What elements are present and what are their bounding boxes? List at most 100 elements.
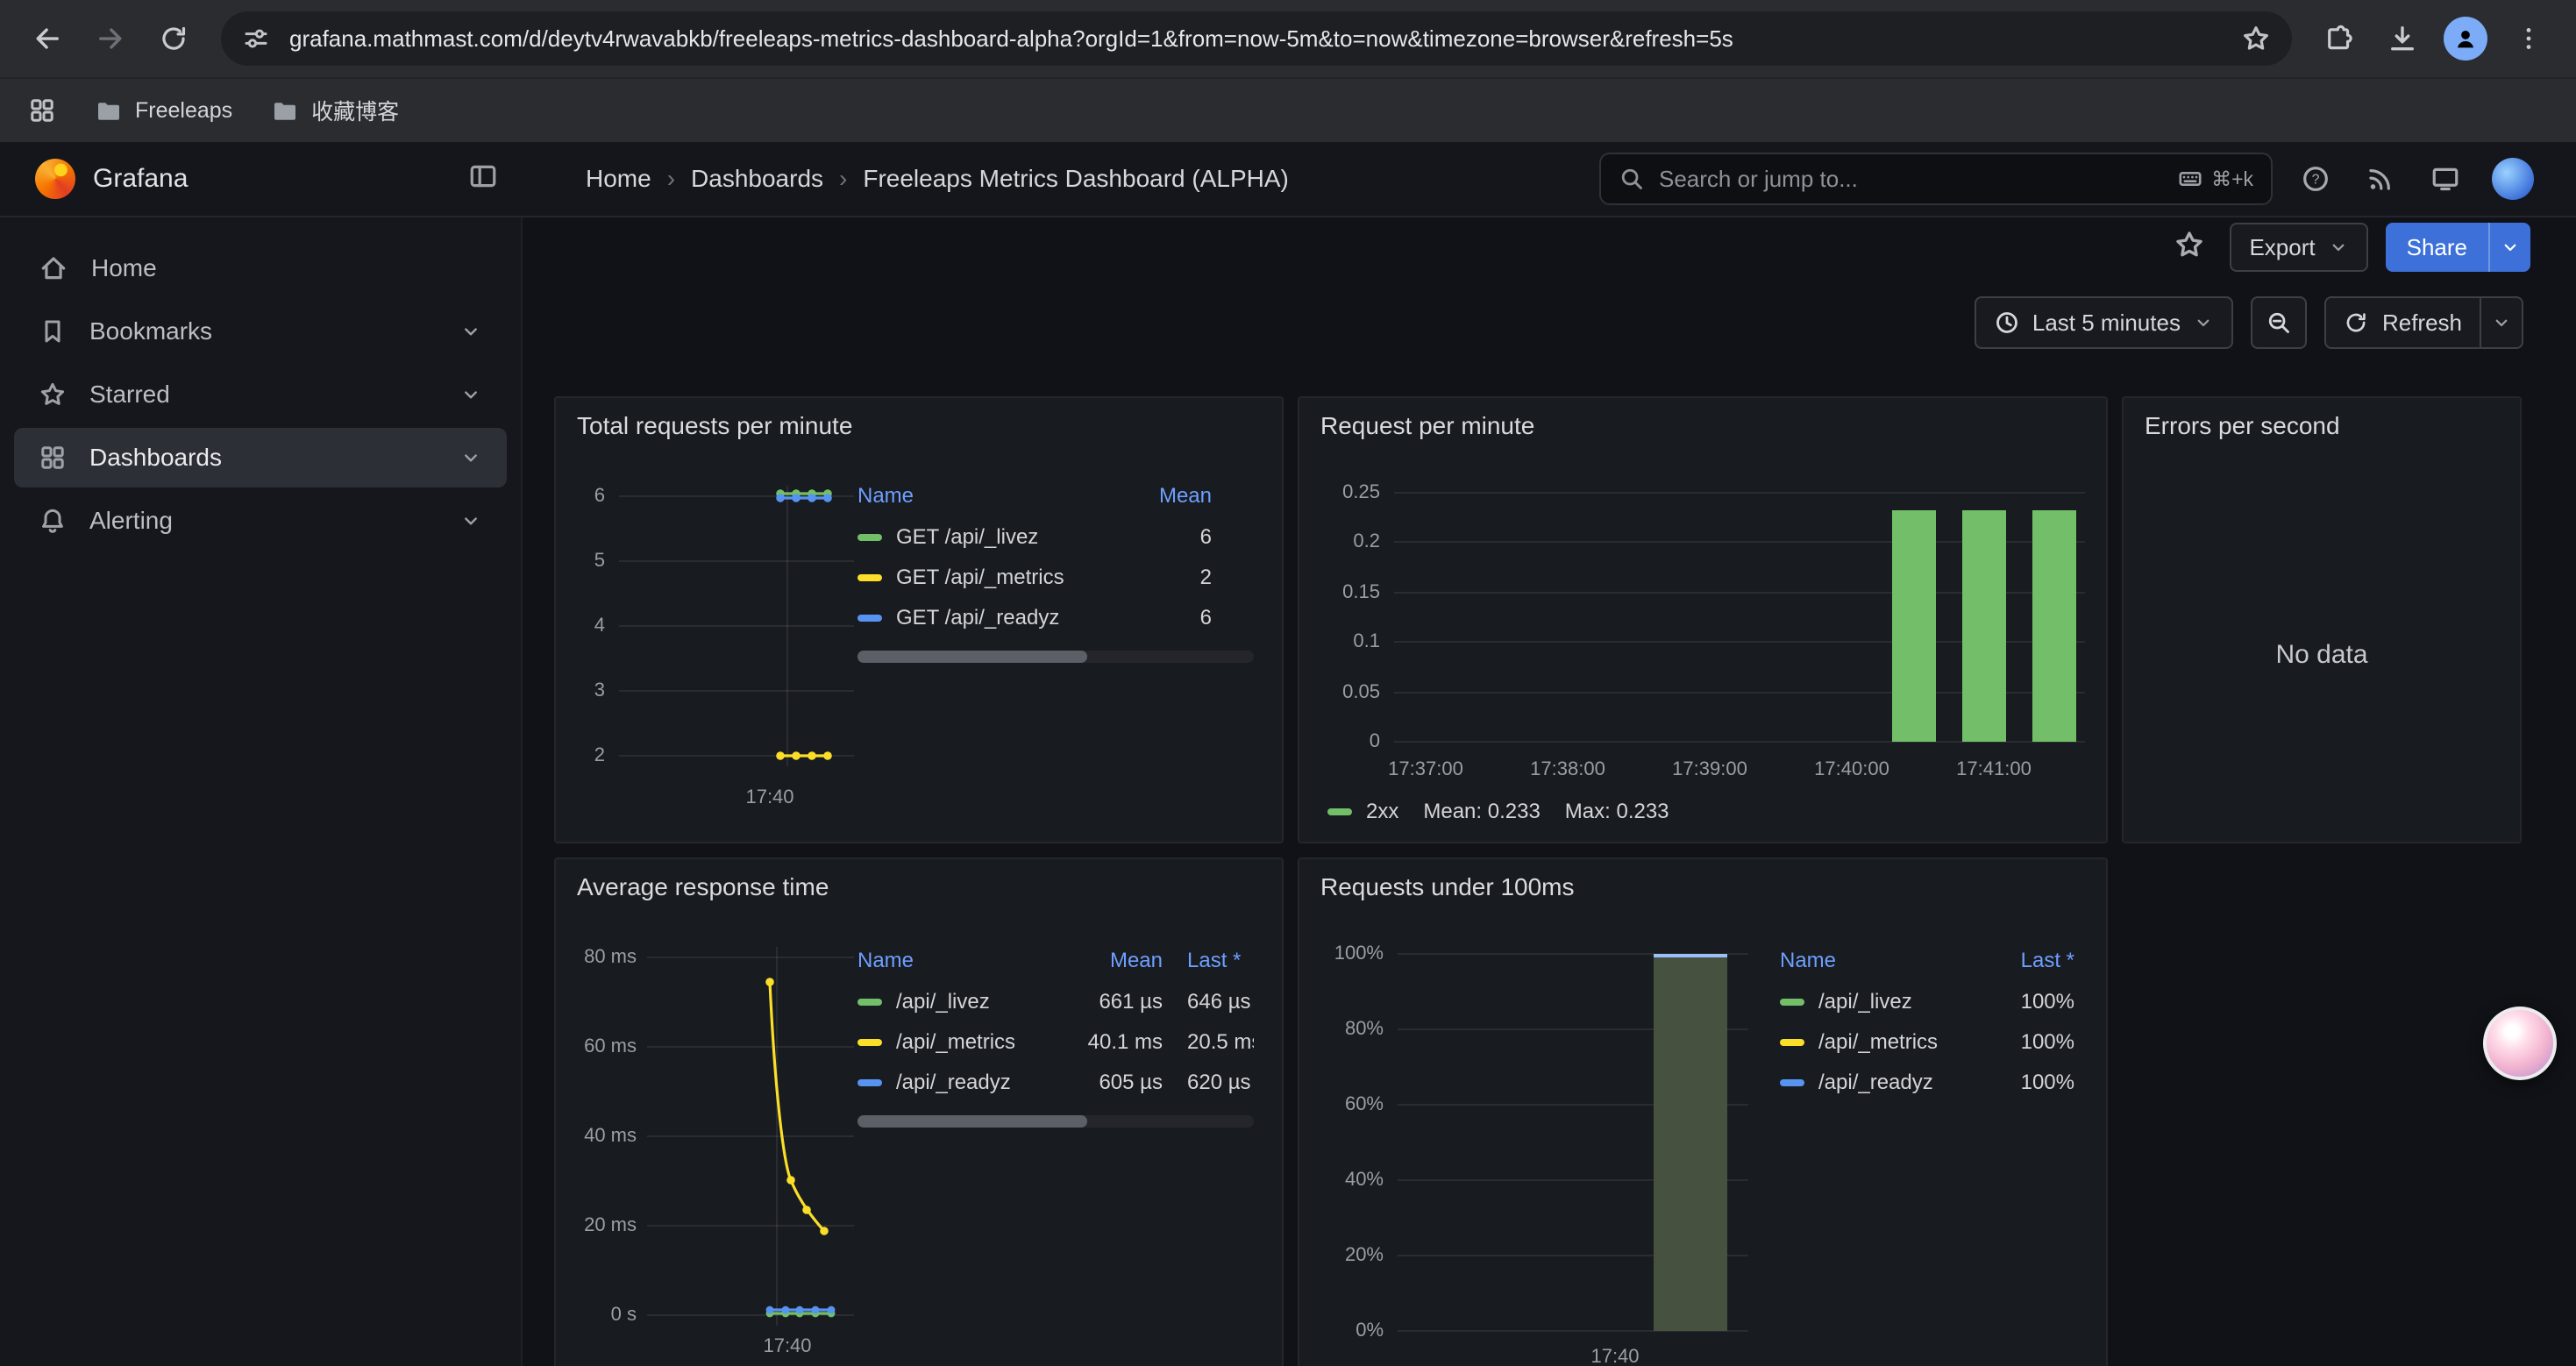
- legend-col-name[interactable]: Name: [857, 949, 1047, 973]
- legend-row[interactable]: /api/_readyz 100%: [1780, 1063, 2074, 1103]
- favorite-dashboard-button[interactable]: [2167, 222, 2212, 274]
- scrollbar-thumb[interactable]: [857, 1115, 1087, 1128]
- series-color-dash: [1780, 1039, 1804, 1046]
- y-tick: 0.15: [1320, 579, 1380, 605]
- panel-request-per-minute[interactable]: Request per minute 0.25 0.2 0.15 0.1 0.0…: [1298, 396, 2108, 843]
- sidebar-item-dashboards[interactable]: Dashboards: [14, 428, 507, 487]
- user-avatar[interactable]: [2492, 158, 2534, 200]
- bookmark-icon: [39, 317, 67, 345]
- panel-title[interactable]: Errors per second: [2145, 412, 2340, 440]
- panel-title[interactable]: Average response time: [577, 873, 829, 901]
- legend-scrollbar[interactable]: [857, 1115, 1254, 1128]
- clock-icon: [1994, 309, 2020, 336]
- share-menu-button[interactable]: [2488, 223, 2530, 272]
- p2-legend[interactable]: 2xx Mean: 0.233 Max: 0.233: [1327, 800, 1669, 824]
- legend-col-last[interactable]: Last *: [1163, 949, 1254, 973]
- panel-title[interactable]: Total requests per minute: [577, 412, 852, 440]
- extensions-puzzle-icon: [2324, 24, 2354, 53]
- legend-scrollbar[interactable]: [857, 651, 1254, 663]
- time-range-picker[interactable]: Last 5 minutes: [1975, 296, 2233, 349]
- legend-col-last[interactable]: Last *: [1976, 949, 2074, 973]
- chevron-down-icon[interactable]: [459, 446, 482, 469]
- series-color-dash: [857, 534, 882, 541]
- refresh-button[interactable]: Refresh: [2324, 296, 2481, 349]
- refresh-interval-button[interactable]: [2481, 296, 2523, 349]
- y-tick: 3: [577, 677, 605, 703]
- legend-row[interactable]: GET /api/_readyz 6: [857, 598, 1254, 638]
- zoom-out-time-button[interactable]: [2251, 296, 2307, 349]
- y-tick: 0%: [1320, 1317, 1384, 1343]
- sidebar-item-label: Alerting: [89, 507, 173, 535]
- bookmark-item-freeleaps[interactable]: Freeleaps: [95, 96, 232, 125]
- p5-chart: [1398, 936, 1748, 1366]
- export-button[interactable]: Export: [2230, 223, 2367, 272]
- y-tick: 0.25: [1320, 479, 1380, 505]
- kiosk-monitor-icon[interactable]: [2430, 164, 2460, 194]
- search-placeholder: Search or jump to...: [1659, 166, 1858, 193]
- share-button[interactable]: Share: [2386, 223, 2488, 272]
- address-bar[interactable]: [221, 11, 2292, 66]
- x-tick: 17:40: [735, 1333, 840, 1359]
- legend-row[interactable]: /api/_metrics 100%: [1780, 1022, 2074, 1063]
- legend-col-mean[interactable]: Mean: [1047, 949, 1163, 973]
- series-2xx-bars: [1892, 510, 2076, 742]
- extensions-button[interactable]: [2309, 9, 2369, 68]
- back-button[interactable]: [18, 9, 77, 68]
- panel-title[interactable]: Requests under 100ms: [1320, 873, 1575, 901]
- help-icon[interactable]: ?: [2301, 164, 2330, 194]
- search-box[interactable]: Search or jump to... ⌘+k: [1599, 153, 2273, 205]
- chevron-down-icon[interactable]: [459, 320, 482, 343]
- scrollbar-thumb[interactable]: [857, 651, 1087, 663]
- sidebar-item-starred[interactable]: Starred: [14, 365, 507, 424]
- chevron-down-icon[interactable]: [459, 383, 482, 406]
- y-tick: 0.2: [1320, 528, 1380, 554]
- y-tick: 6: [577, 482, 605, 509]
- sidebar-item-home[interactable]: Home: [14, 238, 507, 298]
- legend-col-name[interactable]: Name: [1780, 949, 1976, 973]
- sidebar-item-bookmarks[interactable]: Bookmarks: [14, 302, 507, 361]
- svg-text:?: ?: [2312, 173, 2320, 188]
- bookmark-item-blog[interactable]: 收藏博客: [271, 95, 399, 126]
- share-label: Share: [2407, 234, 2467, 261]
- legend-row[interactable]: /api/_livez 100%: [1780, 982, 2074, 1022]
- sidebar-toggle-button[interactable]: [468, 161, 498, 197]
- legend-row[interactable]: GET /api/_livez 6: [857, 517, 1254, 558]
- p1-legend: Name Mean GET /api/_livez 6 GET /api/_me…: [857, 475, 1254, 663]
- news-rss-icon[interactable]: [2366, 164, 2395, 194]
- y-tick: 40%: [1320, 1166, 1384, 1192]
- folder-icon: [271, 96, 299, 125]
- legend-row[interactable]: /api/_readyz 605 µs 620 µs: [857, 1063, 1254, 1103]
- bookmark-star-icon[interactable]: [2241, 24, 2271, 53]
- grafana-logo-icon[interactable]: [35, 159, 75, 199]
- download-icon: [2387, 23, 2418, 54]
- y-tick: 20%: [1320, 1241, 1384, 1268]
- site-settings-icon[interactable]: [242, 25, 270, 53]
- url-input[interactable]: [286, 24, 2225, 54]
- legend-row[interactable]: GET /api/_metrics 2: [857, 558, 1254, 598]
- floating-assistant-avatar[interactable]: [2483, 1007, 2557, 1080]
- breadcrumb-home[interactable]: Home: [586, 165, 651, 193]
- panel-average-response-time[interactable]: Average response time 80 ms 60 ms 40 ms …: [554, 857, 1284, 1366]
- panel-total-requests-per-minute[interactable]: Total requests per minute 6 5 4 3 2 17:4…: [554, 396, 1284, 843]
- breadcrumb-dashboards[interactable]: Dashboards: [691, 165, 823, 193]
- series-color-dash: [857, 1039, 882, 1046]
- chevron-down-icon[interactable]: [459, 509, 482, 532]
- forward-button[interactable]: [81, 9, 140, 68]
- profile-button[interactable]: [2436, 9, 2495, 68]
- legend-row[interactable]: /api/_livez 661 µs 646 µs: [857, 982, 1254, 1022]
- panel-title[interactable]: Request per minute: [1320, 412, 1534, 440]
- series-under-100ms-bar: [1654, 954, 1727, 1331]
- reload-button[interactable]: [144, 9, 203, 68]
- sidebar-item-alerting[interactable]: Alerting: [14, 491, 507, 551]
- series-color-dash: [1780, 1079, 1804, 1086]
- star-icon: [39, 381, 67, 409]
- kebab-menu-icon: [2515, 25, 2543, 53]
- legend-col-mean[interactable]: Mean: [1099, 484, 1254, 509]
- legend-col-name[interactable]: Name: [857, 484, 1099, 509]
- browser-menu-button[interactable]: [2499, 9, 2558, 68]
- apps-grid-icon[interactable]: [28, 96, 56, 125]
- downloads-button[interactable]: [2373, 9, 2432, 68]
- panel-errors-per-second[interactable]: Errors per second No data: [2122, 396, 2522, 843]
- legend-row[interactable]: /api/_metrics 40.1 ms 20.5 ms: [857, 1022, 1254, 1063]
- panel-requests-under-100ms[interactable]: Requests under 100ms 100% 80% 60% 40% 20…: [1298, 857, 2108, 1366]
